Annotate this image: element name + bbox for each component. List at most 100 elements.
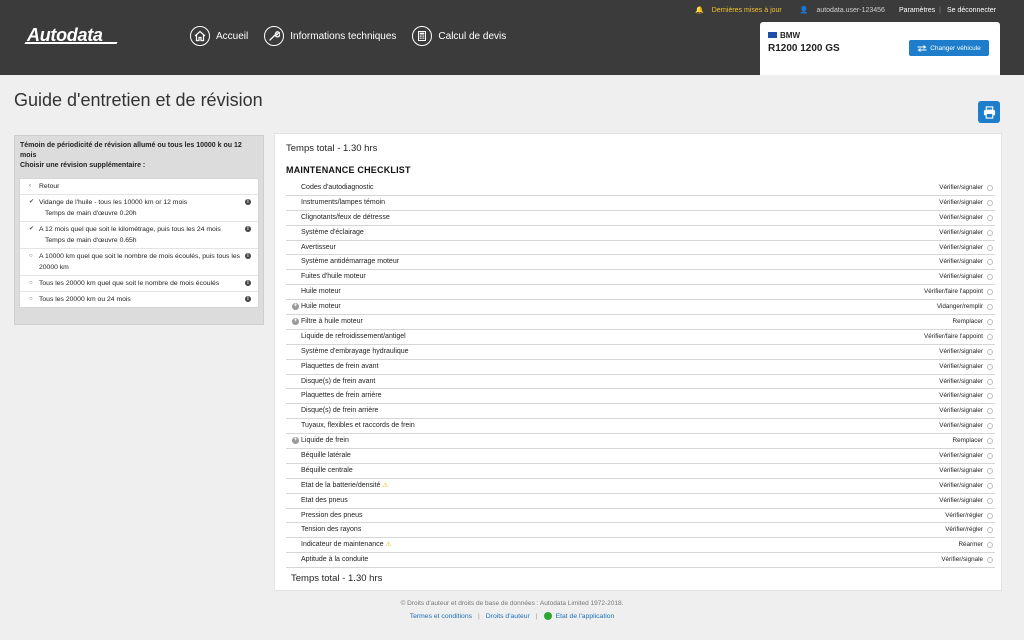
swap-icon [917,44,927,52]
current-service-heading: Témoin de périodicité de révision allumé… [20,142,242,159]
expand-icon[interactable]: + [292,303,299,311]
checklist-row: Clignotants/feux de détresse Vérifier/sig… [286,211,995,226]
checklist-row: Plaquettes de frein avant Vérifier/signal… [286,360,995,375]
checklist-item-text: Tuyaux, flexibles et raccords de frein [301,422,415,430]
warning-icon: ⚠ [385,541,392,549]
divider: | [478,612,480,620]
service-option-label: A 10000 km quel que soit le nombre de mo… [39,253,241,271]
info-icon[interactable]: i [245,226,251,232]
checklist-action: Vérifier/signaler [939,228,983,236]
printer-icon [983,105,995,119]
utility-bar: 🔔 Dernières mises à jour 👤 autodata.user… [689,6,996,15]
checklist-row: Disque(s) de frein avant Vérifier/signale… [286,375,995,390]
status-circle-icon[interactable] [987,378,993,385]
status-circle-icon[interactable] [987,438,993,445]
checklist-row: Etat des pneus Vérifier/signaler [286,494,995,509]
status-circle-icon[interactable] [987,512,993,519]
checklist-action: Vérifier/signaler [939,466,983,474]
chevron-left-icon: ‹ [29,183,31,189]
print-button[interactable] [978,101,1000,123]
vehicle-selector: BMW R1200 1200 GS Changer véhicule [760,22,1000,75]
service-option[interactable]: ✔ Vidange de l'huile - tous les 10000 km … [20,195,258,222]
service-option[interactable]: ○ Tous les 20000 km ou 24 mois i [20,292,258,307]
copyright-link[interactable]: Droits d'auteur [486,613,530,620]
autodata-logo[interactable]: Autodata [24,25,118,46]
checklist-item-label: Tuyaux, flexibles et raccords de frein [301,419,415,433]
info-icon[interactable]: i [245,280,251,286]
nav-item-technical-info[interactable]: Informations techniques [264,26,396,46]
checklist-item-text: Plaquettes de frein arrière [301,392,382,400]
service-option[interactable]: ○ Tous les 20000 km quel que soit le nomb… [20,276,258,292]
maintenance-checklist: Codes d'autodiagnostic Vérifier/signaler I… [286,181,995,569]
status-circle-icon[interactable] [987,304,993,311]
status-circle-icon[interactable] [987,348,993,355]
checklist-row: Tension des rayons Vérifier/régler [286,523,995,539]
info-icon[interactable]: i [245,253,251,259]
checklist-row: + Filtre à huile moteur Remplacer [286,315,995,330]
status-circle-icon[interactable] [987,453,993,460]
nav-item-quote-calculator[interactable]: Calcul de devis [412,26,506,46]
checklist-item-label: Système d'embrayage hydraulique [301,345,409,359]
back-link[interactable]: ‹ Retour [20,179,258,195]
status-circle-icon[interactable] [987,497,993,504]
service-option-label: A 12 mois quel que soit le kilométrage, … [39,226,221,233]
info-icon[interactable]: i [245,199,251,205]
status-circle-icon[interactable] [987,274,993,281]
checklist-item-label: Instruments/lampes témoin [301,196,385,210]
checklist-action: Vérifier/signaler [939,362,983,370]
status-circle-icon[interactable] [987,557,993,564]
checklist-action: Vérifier/signaler [939,452,983,460]
status-circle-icon[interactable] [987,185,993,191]
checklist-action: Vérifier/signaler [939,392,983,400]
checklist-item-text: Tension des rayons [301,526,362,534]
expand-icon[interactable]: + [292,318,299,326]
checklist-row: Huile moteur Vérifier/faire l'appoint [286,285,995,301]
status-circle-icon[interactable] [987,482,993,489]
status-circle-icon[interactable] [987,467,993,474]
checklist-action: Vérifier/faire l'appoint [924,288,983,296]
expand-icon[interactable]: + [292,437,299,445]
status-circle-icon[interactable] [987,244,993,251]
calculator-icon [412,26,433,46]
checklist-action: Vérifier/signaler [939,273,983,281]
checklist-item-label: Plaquettes de frein avant [301,360,378,374]
logout-link[interactable]: Se déconnecter [947,7,996,14]
service-option[interactable]: ○ A 10000 km quel que soit le nombre de m… [20,249,258,276]
checklist-item-label: Fuites d'huile moteur [301,270,366,284]
status-circle-icon[interactable] [987,199,993,206]
terms-link[interactable]: Termes et conditions [410,613,472,620]
checklist-item-label: Indicateur de maintenance ⚠ [301,538,391,552]
info-icon[interactable]: i [245,296,251,302]
empty-circle-icon: ○ [29,253,33,259]
checklist-item-label: Béquille latérale [301,449,351,463]
eu-flag-icon [768,32,777,38]
service-option[interactable]: ✔ A 12 mois quel que soit le kilométrage,… [20,222,258,249]
checklist-row: Plaquettes de frein arrière Vérifier/sign… [286,389,995,405]
latest-updates-link[interactable]: 🔔 Dernières mises à jour [695,6,782,14]
status-circle-icon[interactable] [987,289,993,296]
status-circle-icon[interactable] [987,542,993,549]
empty-circle-icon: ○ [29,280,33,286]
status-circle-icon[interactable] [987,363,993,370]
status-circle-icon[interactable] [987,229,993,236]
checklist-row: Codes d'autodiagnostic Vérifier/signaler [286,181,995,196]
app-status-link[interactable]: Etat de l'application [556,613,615,620]
status-circle-icon[interactable] [987,214,993,221]
status-circle-icon[interactable] [987,259,993,266]
vehicle-make: BMW [780,31,800,40]
change-vehicle-button[interactable]: Changer véhicule [909,40,989,56]
status-circle-icon[interactable] [987,333,993,340]
checklist-item-text: Béquille centrale [301,466,353,474]
nav-item-home[interactable]: Accueil [190,26,248,46]
status-circle-icon[interactable] [987,319,993,326]
checklist-item-label: Tension des rayons [301,523,361,537]
status-circle-icon[interactable] [987,423,993,430]
status-circle-icon[interactable] [987,393,993,400]
checklist-action: Réarmer [958,541,984,549]
status-circle-icon[interactable] [987,408,993,415]
checklist-item-label: Système d'éclairage [301,226,364,240]
checklist-item-text: Pression des pneus [301,511,363,519]
settings-link[interactable]: Paramètres [899,7,935,14]
checklist-item-text: Système d'embrayage hydraulique [301,347,409,355]
status-circle-icon[interactable] [987,527,993,534]
